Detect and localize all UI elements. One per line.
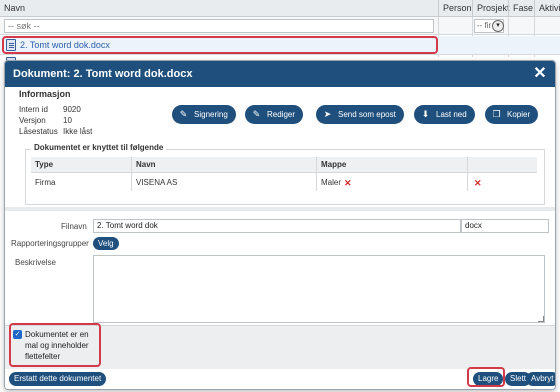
column-header-person[interactable]: Person xyxy=(438,0,472,17)
dialog-titlebar: Dokument: 2. Tomt word dok.docx ✕ xyxy=(5,61,555,87)
replace-document-button[interactable]: Erstatt dette dokumentet xyxy=(9,372,107,386)
links-table-header xyxy=(31,157,537,173)
column-header-navn[interactable]: Navn xyxy=(0,0,438,17)
links-cell-type: Firma xyxy=(35,178,56,187)
links-section-title: Dokumentet er knyttet til følgende xyxy=(31,143,167,152)
choose-reporting-group-button[interactable]: Velg xyxy=(93,237,119,250)
highlight-checkbox xyxy=(9,323,101,367)
send-email-button[interactable]: ➤ Send som epost xyxy=(316,105,404,124)
info-label-lasestatus: Låsestatus xyxy=(19,127,58,136)
copy-button[interactable]: ❐ Kopier xyxy=(485,105,539,124)
cancel-button[interactable]: Avbryt xyxy=(526,372,555,386)
download-button[interactable]: ⬇ Last ned xyxy=(414,105,475,124)
column-header-prosjekt[interactable]: Prosjekt xyxy=(472,0,510,17)
links-cell-navn: VISENA AS xyxy=(136,178,178,187)
table-divider xyxy=(467,157,468,191)
table-divider xyxy=(316,157,317,191)
send-icon: ➤ xyxy=(323,109,332,119)
edit-button-label: Rediger xyxy=(267,110,296,119)
dialog-title: Dokument: 2. Tomt word dok.docx xyxy=(13,68,193,80)
chevron-down-icon[interactable]: ▾ xyxy=(492,20,504,32)
copy-button-label: Kopier xyxy=(507,110,531,119)
signing-button[interactable]: ✎ Signering xyxy=(172,105,236,124)
download-button-label: Last ned xyxy=(436,110,467,119)
filename-input[interactable]: 2. Tomt word dok xyxy=(93,219,461,233)
links-cell-mappe: Maler xyxy=(321,178,342,187)
links-header-navn: Navn xyxy=(136,160,156,169)
highlight-save xyxy=(467,367,505,387)
extension-input[interactable]: docx xyxy=(461,219,549,233)
highlight-row xyxy=(2,36,438,54)
links-header-type: Type xyxy=(35,160,54,169)
section-title-informasjon: Informasjon xyxy=(19,89,71,99)
reporting-groups-label: Rapporteringsgrupper xyxy=(11,239,89,248)
column-header-fase[interactable]: Fase xyxy=(508,0,534,17)
description-label: Beskrivelse xyxy=(15,258,56,267)
close-icon[interactable]: ✕ xyxy=(531,64,549,84)
column-header-aktivitet[interactable]: Aktivit xyxy=(534,0,560,17)
description-textarea[interactable] xyxy=(93,255,545,323)
info-value-intern-id: 9020 xyxy=(63,105,81,114)
info-label-intern-id: Intern id xyxy=(19,105,48,114)
remove-link-icon[interactable]: ✕ xyxy=(474,175,482,191)
section-separator xyxy=(5,207,555,211)
download-icon: ⬇ xyxy=(421,109,430,119)
document-dialog: Dokument: 2. Tomt word dok.docx ✕ Inform… xyxy=(4,60,556,390)
info-value-lasestatus: Ikke låst xyxy=(63,127,93,136)
filename-label: Filnavn xyxy=(61,222,87,231)
info-value-versjon: 10 xyxy=(63,116,72,125)
search-input[interactable]: -- søk -- xyxy=(4,19,434,33)
copy-icon: ❐ xyxy=(492,109,501,119)
signing-button-label: Signering xyxy=(194,110,228,119)
send-email-button-label: Send som epost xyxy=(338,110,396,119)
signature-icon: ✎ xyxy=(179,109,188,119)
links-header-mappe: Mappe xyxy=(321,160,347,169)
edit-button[interactable]: ✎ Rediger xyxy=(245,105,304,124)
info-label-versjon: Versjon xyxy=(19,116,46,125)
resize-handle[interactable] xyxy=(538,316,544,322)
remove-folder-icon[interactable]: ✕ xyxy=(344,175,352,191)
table-divider xyxy=(131,157,132,191)
edit-icon: ✎ xyxy=(252,109,261,119)
